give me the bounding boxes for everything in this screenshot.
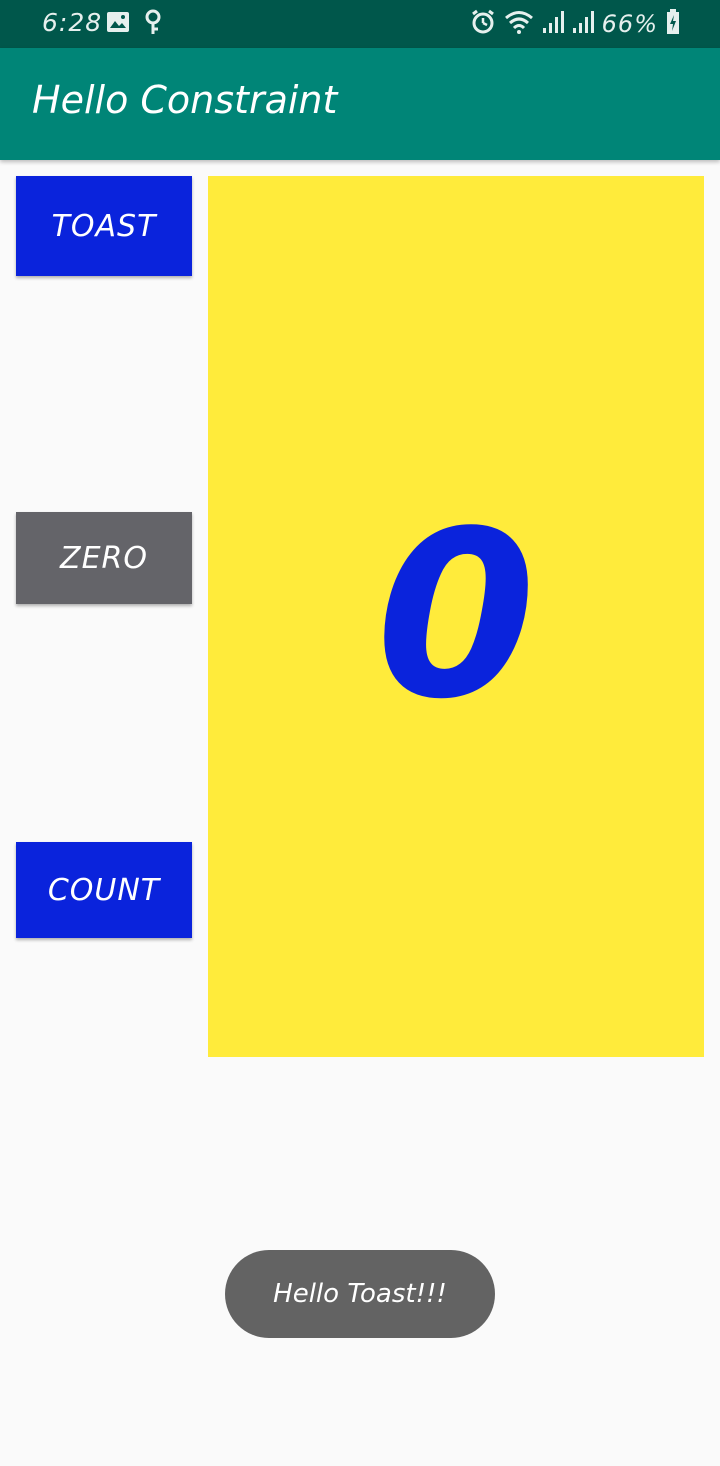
count-value: 0 <box>375 483 537 750</box>
location-icon <box>144 9 162 39</box>
signal-icon <box>542 10 564 38</box>
status-time: 6:28 <box>42 8 103 37</box>
count-panel: 0 <box>208 176 704 1057</box>
toast-message: Hello Toast!!! <box>225 1250 495 1338</box>
zero-button[interactable]: ZERO <box>16 512 192 604</box>
status-notification-icons <box>106 9 162 39</box>
count-button[interactable]: COUNT <box>16 842 192 938</box>
wifi-icon <box>504 9 534 39</box>
signal-icon <box>572 10 594 38</box>
battery-icon <box>666 9 680 39</box>
battery-percentage: 66% <box>601 10 658 38</box>
app-title: Hello Constraint <box>32 78 338 122</box>
alarm-icon <box>470 9 496 39</box>
status-bar: 6:28 66% <box>0 0 720 48</box>
status-system-icons: 66% <box>470 8 680 40</box>
image-icon <box>106 11 130 37</box>
toast-button[interactable]: TOAST <box>16 176 192 276</box>
app-bar: Hello Constraint <box>0 48 720 160</box>
